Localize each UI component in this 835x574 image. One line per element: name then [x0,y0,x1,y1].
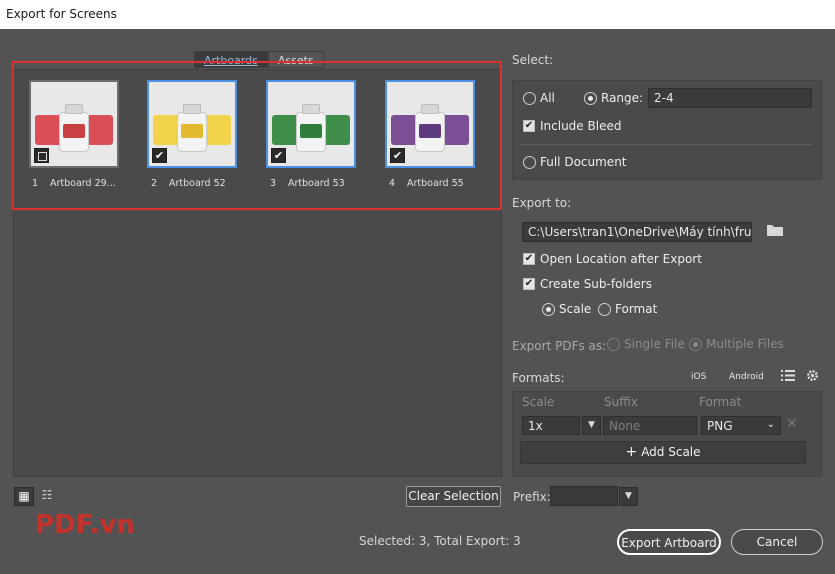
add-scale-button[interactable]: + Add Scale [520,441,806,464]
folder-icon[interactable] [766,223,784,237]
list-icon[interactable] [781,369,795,383]
plus-icon: + [625,444,638,460]
divider [520,144,812,145]
create-subfolders-label: Create Sub-folders [540,277,652,291]
select-all-radio[interactable] [523,92,536,105]
select-all-label: All [540,91,555,105]
multiple-files-label: Multiple Files [706,337,784,351]
col-scale-header: Scale [522,395,555,409]
col-format-header: Format [699,395,742,409]
open-location-label: Open Location after Export [540,252,702,266]
export-path-input[interactable]: C:\Users\tran1\OneDrive\Máy tính\fruit_j [522,222,752,242]
select-range-radio[interactable] [584,92,597,105]
multiple-files-radio[interactable] [689,338,702,351]
annotation-highlight-box [12,61,502,210]
ios-preset-button[interactable]: iOS [691,372,706,382]
grid-view-icon[interactable]: ▦ [14,487,34,506]
col-suffix-header: Suffix [604,395,638,409]
chevron-down-icon[interactable]: ▼ [582,416,601,435]
subfolder-format-label: Format [615,302,658,316]
chevron-down-icon[interactable]: ▼ [619,487,638,506]
scale-input[interactable]: 1x [522,416,580,435]
close-icon[interactable]: ✕ [786,416,798,432]
range-input[interactable]: 2-4 [648,88,812,108]
select-heading: Select: [512,53,554,67]
export-pdfs-heading: Export PDFs as: [512,339,607,353]
single-file-radio[interactable] [607,338,620,351]
include-bleed-label: Include Bleed [540,119,622,133]
prefix-label: Prefix: [513,490,551,504]
select-range-label: Range: [601,91,644,105]
format-select[interactable]: PNG ⌄ [701,416,781,435]
clear-selection-button[interactable]: Clear Selection [406,486,501,507]
single-file-label: Single File [624,337,685,351]
export-to-heading: Export to: [512,196,572,210]
open-location-checkbox[interactable]: ✔ [523,253,535,265]
include-bleed-checkbox[interactable]: ✔ [523,120,535,132]
full-document-label: Full Document [540,155,627,169]
subfolder-scale-label: Scale [559,302,592,316]
create-subfolders-checkbox[interactable]: ✔ [523,278,535,290]
chevron-down-icon: ⌄ [766,419,775,430]
gear-icon[interactable] [806,369,819,382]
watermark-logo: PDF.vn [35,510,135,540]
full-document-radio[interactable] [523,156,536,169]
list-view-icon[interactable]: ☷ [37,487,57,506]
export-status: Selected: 3, Total Export: 3 [359,534,521,548]
window-title: Export for Screens [0,0,835,29]
subfolder-format-radio[interactable] [598,303,611,316]
suffix-input[interactable]: None [603,416,697,435]
prefix-input[interactable] [550,486,618,506]
android-preset-button[interactable]: Android [729,372,764,382]
subfolder-scale-radio[interactable] [542,303,555,316]
cancel-button[interactable]: Cancel [731,529,823,555]
formats-heading: Formats: [512,371,565,385]
export-artboard-button[interactable]: Export Artboard [617,529,721,555]
